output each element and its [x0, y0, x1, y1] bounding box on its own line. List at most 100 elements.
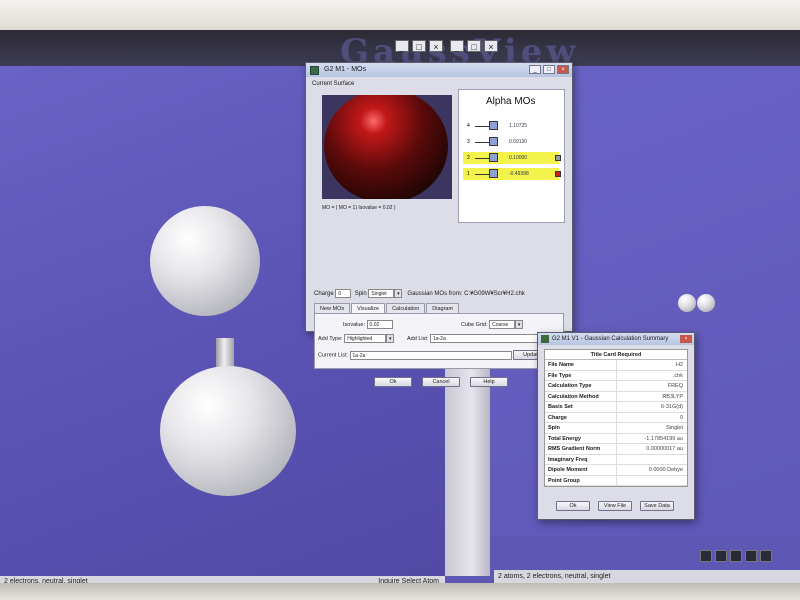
taskbar-icon[interactable] [760, 550, 772, 562]
hydrogen-atom-top[interactable] [150, 206, 260, 316]
mo-level-icon [489, 169, 498, 178]
visualize-panel: Isovalue: 0.02 Cube Grid: Coarse ▾ Add Ty… [314, 313, 564, 369]
summary-key: Point Group [545, 475, 617, 485]
mo-level-3[interactable]: 3 0.59130 [463, 136, 559, 148]
taskbar-icon[interactable] [745, 550, 757, 562]
close-icon[interactable]: × [680, 335, 692, 343]
top-strip: GaussView _ □ × _ □ × [0, 30, 800, 72]
hydrogen-atom-small-1[interactable] [678, 294, 696, 312]
taskbar-icon[interactable] [700, 550, 712, 562]
tab-calculation[interactable]: Calculation [386, 303, 426, 313]
hydrogen-atom-bottom[interactable] [160, 366, 296, 496]
taskbar-icon[interactable] [730, 550, 742, 562]
tab-new-mos[interactable]: New MOs [314, 303, 351, 313]
current-list-field[interactable]: 1a-2a [349, 350, 512, 360]
app-icon [310, 66, 319, 75]
summary-key: RMS Gradient Norm [545, 444, 617, 454]
summary-title: G2 M1 V1 - Gaussian Calculation Summary [552, 336, 669, 342]
ok-button[interactable]: Ok [556, 501, 590, 511]
table-row: Point Group [545, 475, 687, 486]
ok-button[interactable]: Ok [374, 377, 412, 387]
mo-surface-canvas[interactable] [322, 95, 452, 199]
close-icon[interactable]: × [557, 65, 569, 74]
tab-visualize[interactable]: Visualize [351, 303, 386, 313]
calculation-summary-dialog: G2 M1 V1 - Gaussian Calculation Summary … [537, 332, 695, 520]
minimize-icon[interactable]: _ [395, 40, 409, 52]
status-bar-right: 2 atoms, 2 electrons, neutral, singlet [494, 570, 800, 584]
chevron-down-icon[interactable]: ▾ [394, 289, 403, 298]
tab-diagram[interactable]: Diagram [426, 303, 460, 313]
cube-grid-label: Cube Grid: [461, 321, 488, 328]
maximize-icon[interactable]: □ [543, 65, 555, 74]
cube-grid-select[interactable]: Coarse [489, 320, 516, 329]
minimize-icon[interactable]: _ [450, 40, 464, 52]
left-window-controls[interactable]: _ □ × [395, 40, 443, 56]
chevron-down-icon[interactable]: ▾ [386, 334, 395, 343]
taskbar-icon[interactable] [715, 550, 727, 562]
summary-key: Spin [545, 423, 617, 433]
visibility-marker[interactable] [555, 155, 561, 161]
summary-value: FREQ [667, 383, 683, 389]
maximize-icon[interactable]: □ [412, 40, 426, 52]
summary-key: Basis Set [545, 402, 617, 412]
hydrogen-atom-small-2[interactable] [697, 294, 715, 312]
add-list-label: Add List: [407, 335, 429, 342]
minimize-icon[interactable]: _ [529, 65, 541, 74]
monitor-bezel-bottom [0, 583, 800, 600]
mo-dialog-buttons: Ok Cancel Help [374, 377, 508, 387]
maximize-icon[interactable]: □ [467, 40, 481, 52]
mo-level-1[interactable]: 1 -0.49398 [463, 168, 561, 180]
mo-tabs: New MOs Visualize Calculation Diagram [314, 303, 460, 313]
mo-level-icon [489, 153, 498, 162]
summary-value: RB3LYP [662, 393, 683, 400]
summary-header: Title Card Required [545, 350, 687, 360]
summary-titlebar[interactable]: G2 M1 V1 - Gaussian Calculation Summary … [538, 333, 694, 345]
help-button[interactable]: Help [470, 377, 508, 387]
save-data-button[interactable]: Save Data [640, 501, 674, 511]
summary-key: File Name [545, 360, 617, 370]
spin-select[interactable]: Singlet [368, 289, 395, 298]
table-row: Charge 0 [545, 412, 687, 423]
table-row: Imaginary Freq [545, 454, 687, 465]
visibility-marker[interactable] [555, 171, 561, 177]
close-icon[interactable]: × [429, 40, 443, 52]
isovalue-field[interactable]: 0.02 [366, 320, 393, 329]
charge-label: Charge [314, 291, 334, 298]
summary-buttons: Ok View File Save Data [556, 501, 674, 511]
summary-value: 0.00000017 au [646, 446, 683, 452]
mo-dialog-titlebar[interactable]: G2 M1 - MOs _ □ × [306, 63, 572, 77]
summary-key: Total Energy [545, 433, 617, 443]
surface-caption: MO = ( MO = 1) Isovalue = 0.02 ) [322, 205, 396, 211]
add-type-label: Add Type: [318, 335, 343, 342]
mo-level-icon [489, 121, 498, 130]
table-row: Basis Set 6-31G(d) [545, 402, 687, 413]
summary-value: 0.0000 Debye [648, 467, 683, 473]
summary-value: 6-31G(d) [660, 404, 683, 410]
mo-level-4[interactable]: 4 1.10725 [463, 120, 559, 132]
table-row: Calculation Type FREQ [545, 381, 687, 392]
table-row: File Name H2 [545, 360, 687, 371]
table-row: Total Energy -1.17854199 au [545, 433, 687, 444]
charge-spin-row: Charge 0 Spin Singlet ▾ Gaussian MOs from… [314, 289, 525, 298]
alpha-mos-title: Alpha MOs [486, 96, 536, 107]
table-row: Calculation Method RB3LYP [545, 391, 687, 402]
table-row: File Type .chk [545, 370, 687, 381]
close-icon[interactable]: × [484, 40, 498, 52]
add-type-select[interactable]: Highlighted [344, 334, 387, 343]
chevron-down-icon[interactable]: ▾ [515, 320, 524, 329]
charge-field[interactable]: 0 [335, 289, 352, 298]
spin-label: Spin [354, 291, 367, 298]
view-file-button[interactable]: View File [598, 501, 632, 511]
summary-value: 0 [679, 414, 683, 421]
current-surface-label: Current Surface [312, 81, 355, 87]
cancel-button[interactable]: Cancel [422, 377, 460, 387]
source-label: Gaussian MOs from: [407, 291, 463, 298]
summary-value [617, 476, 687, 486]
mo-dialog-title: G2 M1 - MOs [324, 66, 367, 73]
mo-level-2[interactable]: 2 0.10000 [463, 152, 561, 164]
right-window-controls[interactable]: _ □ × [450, 40, 498, 56]
summary-key: Charge [545, 412, 617, 422]
mo-surface-render [324, 95, 448, 199]
table-row: Dipole Moment 0.0000 Debye [545, 465, 687, 476]
summary-key: Calculation Method [545, 391, 617, 401]
